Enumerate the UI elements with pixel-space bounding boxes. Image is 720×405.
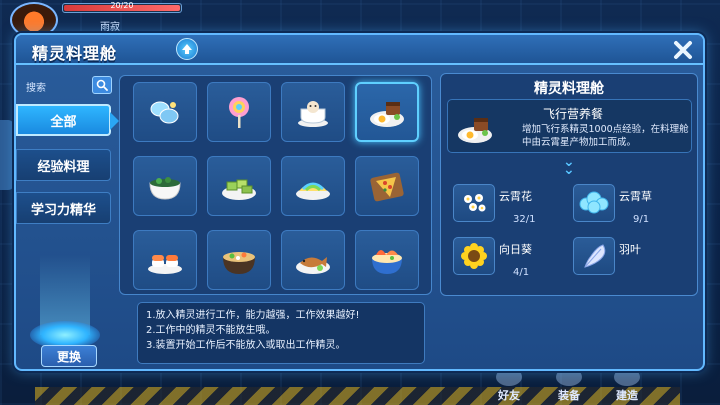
veggie-soup-icon xyxy=(223,252,255,274)
rainbow-sushi-icon xyxy=(296,182,330,200)
tab-exp-cuisine[interactable]: 经验料理 xyxy=(16,149,111,181)
panel-title: 精灵料理舱 xyxy=(32,44,118,63)
grilled-fish-icon xyxy=(296,257,330,274)
material-item[interactable]: 向日葵 4/1 xyxy=(453,237,573,287)
recipe-slot[interactable] xyxy=(133,156,197,216)
green-cake-plate-icon xyxy=(222,179,256,200)
panel-header: 精灵料理舱 xyxy=(16,35,703,65)
swap-button[interactable]: 更换 xyxy=(41,345,97,367)
feather-leaf-icon xyxy=(573,237,615,275)
material-item[interactable]: 云霄花 32/1 xyxy=(453,184,573,234)
blue-candy-icon xyxy=(150,101,179,124)
recipe-slot[interactable] xyxy=(355,230,419,290)
nav-label: 装备 xyxy=(558,389,580,402)
player-name: 雨寂 xyxy=(100,22,120,33)
tab-label: 学习力精华 xyxy=(30,202,96,218)
material-name: 云霄草 xyxy=(619,190,652,203)
recipe-slot[interactable] xyxy=(281,156,345,216)
tip-line: 1.放入精灵进行工作，能力越强，工作效果越好! xyxy=(146,310,360,321)
nav-label: 建造 xyxy=(616,389,638,402)
cooking-pod-panel: 精灵料理舱 搜索 全部 经验料理 学习力精华 更换 1.放入精灵进行工作，能力越… xyxy=(14,33,705,371)
recipe-slot[interactable] xyxy=(355,156,419,216)
seafood-bowl-icon xyxy=(372,250,402,274)
tip-line: 2.工作中的精灵不能放生哦。 xyxy=(146,325,276,336)
tips-box: 1.放入精灵进行工作，能力越强，工作效果越好! 2.工作中的精灵不能放生哦。 3… xyxy=(137,302,425,364)
white-flowers-icon xyxy=(453,184,495,222)
seaweed-bowl-icon xyxy=(149,177,181,200)
material-name: 云霄花 xyxy=(499,190,532,203)
nav-build-button[interactable]: 建造 xyxy=(614,368,640,403)
hazard-stripe xyxy=(35,387,680,405)
material-name: 羽叶 xyxy=(619,243,641,256)
tab-label: 经验料理 xyxy=(37,159,90,175)
recipe-slot[interactable] xyxy=(133,82,197,142)
material-count: 4/1 xyxy=(513,267,530,278)
material-count: 9/1 xyxy=(633,214,650,225)
detail-title: 精灵料理舱 xyxy=(534,81,604,97)
tab-learning-essence[interactable]: 学习力精华 xyxy=(16,192,111,224)
recipe-slot[interactable] xyxy=(207,82,271,142)
fried-egg-meal-icon xyxy=(458,118,492,143)
recipe-slot[interactable] xyxy=(207,156,271,216)
recipe-slot[interactable] xyxy=(281,82,345,142)
dish-summary: 飞行营养餐 增加飞行系精灵1000点经验，在料理舱中由云霄星产物加工而成。 xyxy=(447,99,692,153)
search-label[interactable]: 搜索 xyxy=(26,79,46,94)
chevron-down-icon: ⌄ ⌄ xyxy=(563,154,575,178)
dish-name: 飞行营养餐 xyxy=(543,107,604,121)
nav-label: 好友 xyxy=(498,389,520,402)
recipe-detail: 精灵料理舱 飞行营养餐 增加飞行系精灵1000点经验，在料理舱中由云霄星产物加工… xyxy=(440,73,698,296)
tab-all[interactable]: 全部 xyxy=(16,104,119,136)
teacup-icon xyxy=(298,101,328,127)
material-item[interactable]: 云霄草 9/1 xyxy=(573,184,693,234)
search-icon[interactable] xyxy=(92,76,112,94)
material-count: 32/1 xyxy=(513,214,536,225)
fried-egg-meal-icon xyxy=(370,102,404,127)
cloud-grass-icon xyxy=(573,184,615,222)
up-arrow-icon[interactable] xyxy=(176,38,198,60)
lollipop-icon xyxy=(229,97,249,128)
recipe-grid xyxy=(119,75,432,295)
material-item[interactable]: 羽叶 xyxy=(573,237,693,287)
recipe-slot-selected[interactable] xyxy=(355,82,419,142)
recipe-slot[interactable] xyxy=(281,230,345,290)
salmon-sushi-icon xyxy=(148,255,182,274)
tip-line: 3.装置开始工作后不能放入或取出工作精灵。 xyxy=(146,340,346,351)
material-name: 向日葵 xyxy=(499,243,532,256)
pizza-board-icon xyxy=(370,172,404,202)
sunflower-icon xyxy=(453,237,495,275)
dish-description: 增加飞行系精灵1000点经验，在料理舱中由云霄星产物加工而成。 xyxy=(522,124,689,148)
recipe-slot[interactable] xyxy=(207,230,271,290)
hp-text: 20/20 xyxy=(110,1,134,10)
close-icon[interactable] xyxy=(671,38,695,62)
nav-equip-button[interactable]: 装备 xyxy=(556,368,582,403)
side-tab[interactable] xyxy=(0,120,14,190)
nav-friends-button[interactable]: 好友 xyxy=(496,368,522,403)
recipe-slot[interactable] xyxy=(133,230,197,290)
tab-label: 全部 xyxy=(50,114,77,130)
